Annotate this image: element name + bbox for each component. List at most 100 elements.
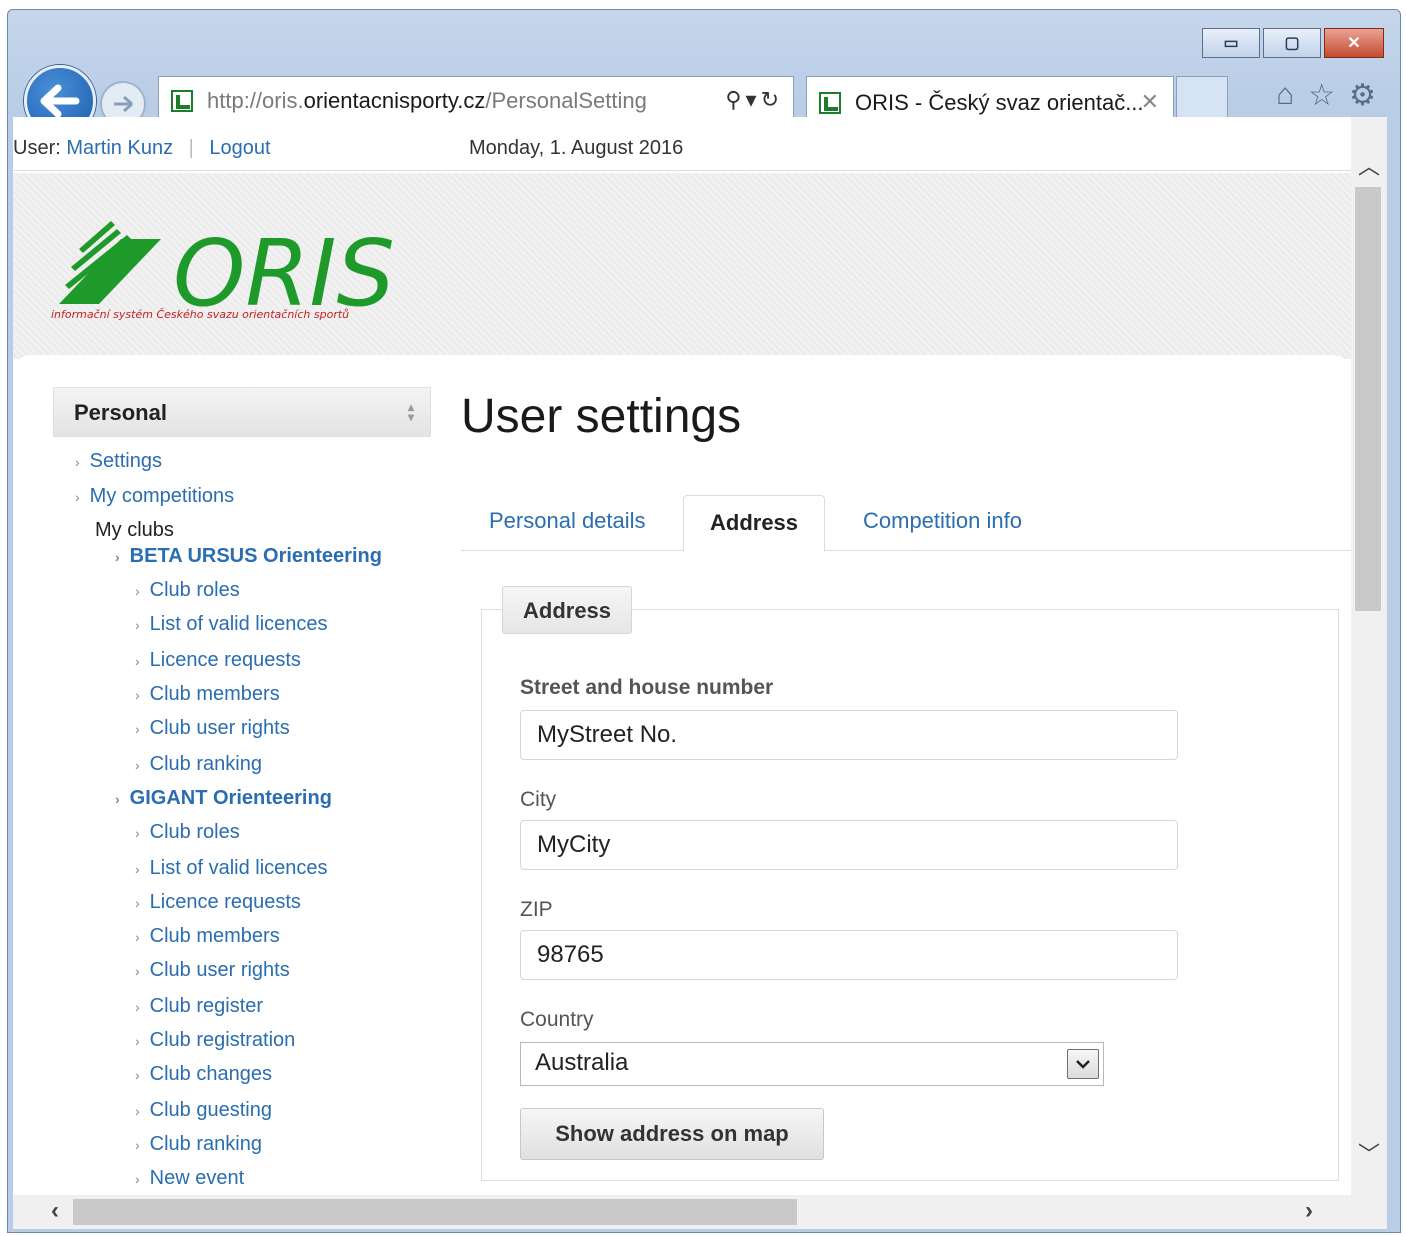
sidebar-link[interactable]: › Licence requests [135, 649, 301, 672]
sidebar-link[interactable]: › Licence requests [135, 891, 301, 914]
chevron-right-icon: › [135, 1067, 140, 1083]
chevron-right-icon: › [115, 549, 120, 565]
search-icon[interactable]: ⚲ [725, 87, 745, 112]
tab-personal-details[interactable]: Personal details [489, 495, 646, 551]
chevron-right-icon: › [75, 489, 80, 505]
street-input[interactable]: MyStreet No. [520, 710, 1178, 760]
sidebar-heading-label: Personal [74, 400, 167, 425]
sidebar-item-label: Club ranking [149, 1133, 262, 1155]
chevron-right-icon: › [135, 653, 140, 669]
refresh-icon[interactable]: ↻ [761, 87, 783, 112]
sort-arrows-icon: ▴ ▾ [407, 400, 414, 424]
minimize-button[interactable]: ▭ [1202, 28, 1260, 58]
vertical-scrollbar[interactable]: ︿ ﹀ [1351, 117, 1387, 1195]
sidebar-link[interactable]: › Club roles [135, 579, 240, 602]
sidebar-link[interactable]: › New event [135, 1167, 244, 1190]
chevron-right-icon: › [135, 1033, 140, 1049]
sidebar-item-label: Club guesting [149, 1099, 272, 1121]
dropdown-icon[interactable]: ▾ [746, 87, 761, 112]
tab-title: ORIS - Český svaz orientač... [855, 89, 1144, 115]
favorites-star-icon[interactable]: ☆ [1308, 78, 1335, 113]
tab-address[interactable]: Address [683, 495, 826, 552]
logout-link[interactable]: Logout [209, 137, 270, 159]
chevron-right-icon: › [135, 757, 140, 773]
close-tab-icon[interactable]: ✕ [1141, 89, 1159, 115]
scroll-down-icon[interactable]: ﹀ [1351, 1137, 1387, 1169]
sidebar-link[interactable]: › Club members [135, 925, 280, 948]
sidebar-link[interactable]: › Club roles [135, 821, 240, 844]
url-path: /PersonalSetting [485, 88, 647, 113]
home-icon[interactable]: ⌂ [1276, 78, 1294, 113]
user-name-link[interactable]: Martin Kunz [66, 137, 173, 159]
sidebar-item-label: Club roles [149, 579, 240, 601]
scroll-up-icon[interactable]: ︿ [1351, 149, 1387, 181]
sidebar-link[interactable]: › Settings [75, 450, 162, 473]
sidebar-link[interactable]: › List of valid licences [135, 857, 328, 880]
show-address-on-map-button[interactable]: Show address on map [520, 1108, 824, 1160]
sidebar-link[interactable]: › Club members [135, 683, 280, 706]
address-fieldset: Address Street and house number MyStreet… [481, 586, 1339, 1181]
sidebar-item-label: My competitions [89, 485, 235, 507]
sidebar-heading[interactable]: Personal ▴ ▾ [53, 387, 431, 437]
zip-label: ZIP [520, 898, 553, 921]
chevron-right-icon: › [135, 963, 140, 979]
street-label: Street and house number [520, 676, 774, 699]
sidebar-link[interactable]: › Club ranking [135, 753, 262, 776]
sidebar-item-label: Club members [149, 925, 280, 947]
logo-stripes-icon [59, 221, 161, 304]
chevron-right-icon: › [135, 999, 140, 1015]
sidebar-link[interactable]: › Club user rights [135, 959, 290, 982]
country-label: Country [520, 1008, 594, 1031]
sidebar-item-label: My clubs [95, 519, 174, 541]
sidebar-link[interactable]: › Club guesting [135, 1099, 272, 1122]
site-header: ORIS informační systém Českého svazu ori… [13, 173, 1351, 359]
sidebar-link[interactable]: › Club register [135, 995, 263, 1018]
chevron-down-icon[interactable] [1067, 1049, 1099, 1079]
sidebar-link[interactable]: › Club ranking [135, 1133, 262, 1156]
sidebar-club-link[interactable]: › BETA URSUS Orienteering [115, 545, 382, 568]
horizontal-scroll-thumb[interactable] [73, 1199, 797, 1225]
maximize-button[interactable]: ▢ [1263, 28, 1321, 58]
sidebar-link[interactable]: › My competitions [75, 485, 234, 508]
chevron-right-icon: › [135, 583, 140, 599]
close-window-button[interactable]: ✕ [1324, 28, 1384, 58]
scroll-left-icon[interactable]: ‹ [51, 1197, 59, 1225]
site-favicon-icon [171, 90, 193, 112]
sidebar-link[interactable]: › Club user rights [135, 717, 290, 740]
url-prefix: http://oris. [207, 88, 304, 113]
sidebar-item-label: Club members [149, 683, 280, 705]
sidebar-item-label: Settings [89, 450, 162, 472]
vertical-scroll-thumb[interactable] [1355, 187, 1381, 611]
sidebar-item-label: List of valid licences [149, 613, 328, 635]
sidebar-item-label: Licence requests [149, 649, 301, 671]
tab-competition-info[interactable]: Competition info [863, 495, 1022, 551]
zip-input[interactable]: 98765 [520, 930, 1178, 980]
sidebar-item-label: Club user rights [149, 717, 290, 739]
window-controls: ▭ ▢ ✕ [1202, 28, 1384, 58]
fieldset-legend: Address [502, 586, 633, 634]
sidebar-item-label: Club registration [149, 1029, 296, 1051]
address-bar-tools: ⚲▾↻ [725, 87, 783, 113]
url-host: orientacnisporty.cz [303, 88, 486, 113]
chevron-right-icon: › [135, 929, 140, 945]
chevron-right-icon: › [135, 861, 140, 877]
chevron-right-icon: › [135, 1137, 140, 1153]
user-label: User: [13, 137, 61, 159]
sidebar-link[interactable]: › Club changes [135, 1063, 272, 1086]
page-viewport: User: Martin Kunz | Logout Monday, 1. Au… [13, 117, 1351, 1195]
chevron-right-icon: › [135, 721, 140, 737]
sidebar-club-link[interactable]: › GIGANT Orienteering [115, 787, 332, 810]
settings-gear-icon[interactable]: ⚙ [1349, 78, 1376, 113]
sidebar-item-label: Club user rights [149, 959, 290, 981]
city-input[interactable]: MyCity [520, 820, 1178, 870]
horizontal-scrollbar[interactable]: ‹ › [13, 1195, 1387, 1229]
top-bar: User: Martin Kunz | Logout Monday, 1. Au… [13, 117, 1351, 171]
sidebar-link[interactable]: › Club registration [135, 1029, 295, 1052]
country-select[interactable]: Australia [520, 1042, 1104, 1086]
toolbar-icons: ⌂ ☆ ⚙ [1276, 78, 1376, 113]
sidebar-link[interactable]: › List of valid licences [135, 613, 328, 636]
sidebar-section-label: My clubs [95, 519, 174, 542]
scroll-right-icon[interactable]: › [1305, 1197, 1313, 1225]
sidebar-item-label: List of valid licences [149, 857, 328, 879]
logo-tagline: informační systém Českého svazu orientač… [51, 308, 350, 321]
